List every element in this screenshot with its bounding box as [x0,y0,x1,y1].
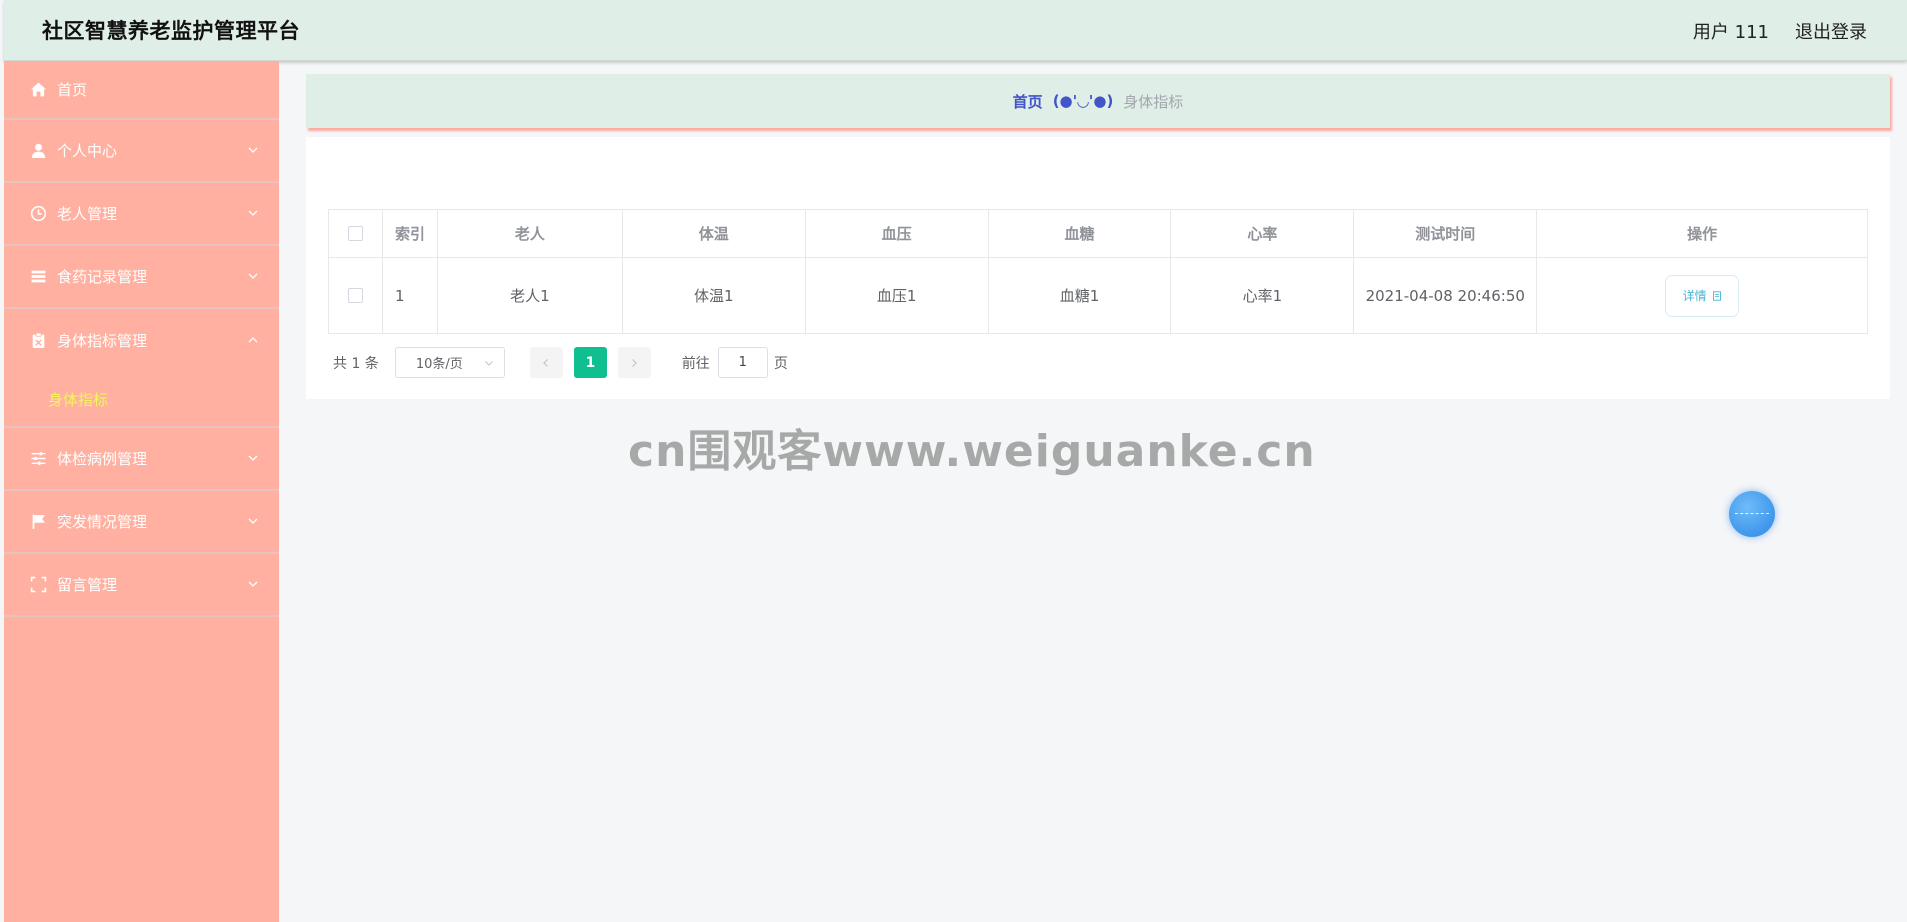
sliders-icon [30,450,47,467]
sidebar: 首页 个人中心 老人管理 食药记录管理 身体指标管理 身体指标 体检病例管理 突… [4,61,279,922]
sidebar-item-body-metrics[interactable]: 身体指标管理 [4,309,279,372]
chevron-down-icon [248,210,258,216]
sidebar-item-home[interactable]: 首页 [4,61,279,120]
app-title: 社区智慧养老监护管理平台 [42,19,300,43]
detail-button[interactable]: 详情 [1665,274,1740,317]
chevron-up-icon [248,336,258,342]
page-number-button[interactable]: 1 [573,347,607,378]
data-table: 索引 老人 体温 血压 血糖 心率 测试时间 操作 1 老人1 体温1 血压1 … [328,209,1868,334]
chevron-down-icon [248,147,258,153]
watermark-text: cn围观客www.weiguanke.cn [628,426,1316,477]
list-icon [30,268,47,285]
chevron-down-icon [248,273,258,279]
breadcrumb: 首页 (●'◡'●) 身体指标 [306,74,1890,128]
row-select-cell [329,258,383,333]
sidebar-item-emergency[interactable]: 突发情况管理 [4,491,279,554]
chevron-down-icon [248,581,258,587]
sidebar-item-elders[interactable]: 老人管理 [4,183,279,246]
sidebar-item-label: 个人中心 [57,142,118,160]
column-header: 心率 [1171,210,1355,257]
table-header-row: 索引 老人 体温 血压 血糖 心率 测试时间 操作 [329,210,1867,258]
select-all-checkbox[interactable] [347,226,363,241]
table-cell-heart-rate: 心率1 [1171,258,1355,333]
table-cell-test-time: 2021-04-08 20:46:50 [1354,258,1538,333]
sidebar-item-label: 食药记录管理 [57,268,148,286]
table-cell-index: 1 [383,258,438,333]
table-row: 1 老人1 体温1 血压1 血糖1 心率1 2021-04-08 20:46:5… [329,258,1867,333]
chevron-down-icon [248,518,258,524]
goto-page-input[interactable]: 1 [717,347,768,378]
table-cell-actions: 详情 [1537,258,1867,333]
breadcrumb-separator: (●'◡'●) [1052,92,1114,110]
next-page-button[interactable] [617,347,651,378]
sidebar-item-medical-exam[interactable]: 体检病例管理 [4,428,279,491]
top-header: 社区智慧养老监护管理平台 用户 111 退出登录 [4,0,1907,61]
goto-suffix: 页 [773,355,788,372]
column-header: 操作 [1687,225,1718,243]
dashes-icon [1735,513,1769,515]
document-icon [1712,290,1721,301]
table-cell-blood-sugar: 血糖1 [989,258,1172,333]
chevron-down-icon [248,455,258,461]
sidebar-item-label: 体检病例管理 [57,450,148,468]
fullscreen-icon [30,576,47,593]
sidebar-item-label: 身体指标管理 [57,332,148,350]
detail-button-label: 详情 [1682,289,1707,303]
clipboard-icon [30,332,47,349]
sidebar-item-label: 突发情况管理 [57,513,148,531]
table-cell-elder: 老人1 [438,258,623,333]
clock-icon [30,205,47,222]
page-size-value: 10条/页 [415,357,463,372]
column-header: 血压 [806,210,989,257]
logout-link[interactable]: 退出登录 [1795,18,1867,44]
table-cell-blood-pressure: 血压1 [806,258,989,333]
current-user: 用户 111 [1692,22,1769,43]
column-header: 索引 [383,210,438,257]
table-cell-temperature: 体温1 [623,258,806,333]
pagination: 共 1 条 10条/页 1 前往 1 页 [333,347,788,378]
home-icon [30,81,47,98]
sidebar-item-label: 留言管理 [57,576,118,594]
prev-page-button[interactable] [529,347,563,378]
floating-action-button[interactable] [1729,491,1775,537]
flag-icon [30,513,47,530]
column-header: 体温 [623,210,806,257]
user-icon [30,142,47,159]
sidebar-item-label: 首页 [57,81,88,99]
sidebar-item-label: 老人管理 [57,205,118,223]
page-size-select[interactable]: 10条/页 [394,347,505,378]
chevron-left-icon [543,358,549,367]
sidebar-subitem-label: 身体指标 [48,390,109,409]
column-header: 测试时间 [1354,210,1538,257]
sidebar-item-profile[interactable]: 个人中心 [4,120,279,183]
chevron-right-icon [632,358,638,367]
breadcrumb-current: 身体指标 [1123,92,1184,111]
sidebar-subitem-body-metrics[interactable]: 身体指标 [4,372,279,428]
goto-label: 前往 [681,355,710,372]
column-header: 老人 [438,210,623,257]
sidebar-item-food-medicine[interactable]: 食药记录管理 [4,246,279,309]
sidebar-item-messages[interactable]: 留言管理 [4,554,279,617]
chevron-down-icon [484,361,493,366]
pagination-total: 共 1 条 [333,355,379,372]
column-header: 血糖 [989,210,1172,257]
breadcrumb-home-link[interactable]: 首页 [1013,91,1043,112]
header-select-cell [329,210,383,257]
row-checkbox[interactable] [347,288,363,303]
